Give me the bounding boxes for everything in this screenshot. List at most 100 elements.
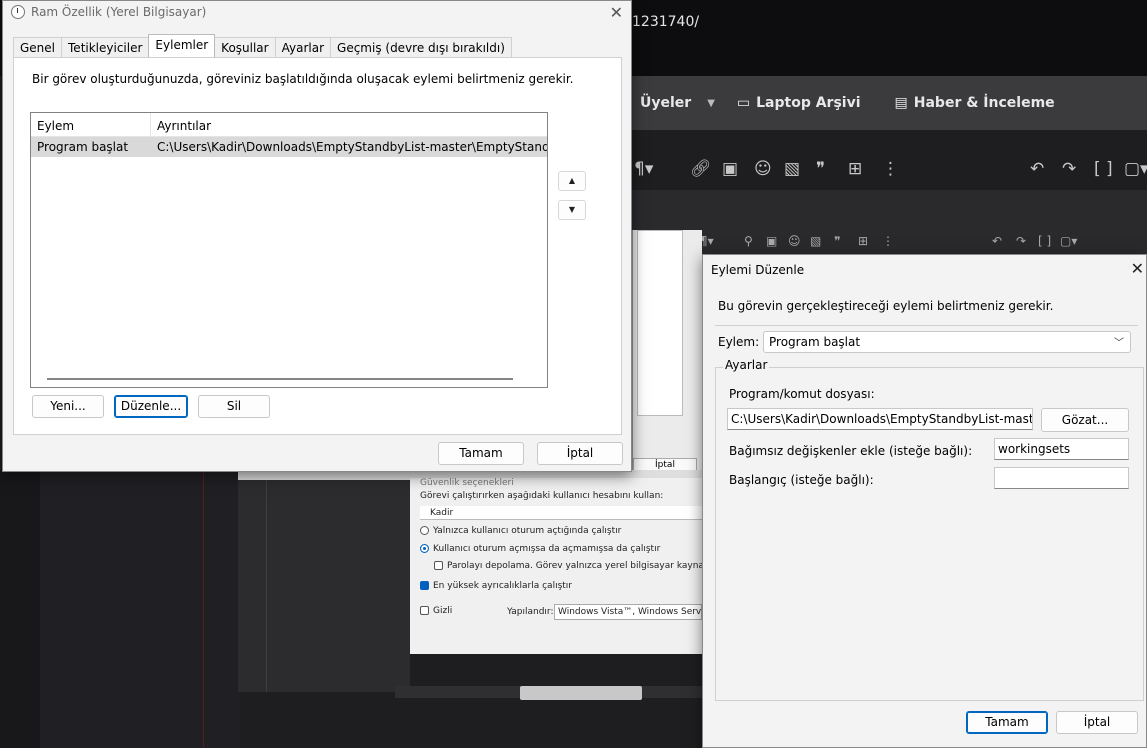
dialog-title: Eylemi Düzenle (711, 263, 805, 277)
triangle-down-icon: ▼ (568, 205, 576, 214)
nav-members[interactable]: Üyeler (640, 95, 691, 111)
chevron-down-icon[interactable]: ▼ (707, 98, 715, 109)
start-in-label: Başlangıç (isteğe bağlı): (729, 473, 874, 487)
column-header-details[interactable]: Ayrıntılar (151, 113, 211, 136)
page-panel (238, 470, 410, 692)
ok-button[interactable]: Tamam (438, 442, 524, 465)
column-header-action[interactable]: Eylem (31, 113, 151, 136)
redo-icon: ↷ (1016, 234, 1027, 248)
action-label: Eylem: (718, 335, 760, 349)
page-left-edge (0, 470, 40, 748)
text-format-icon: ¶▾ (700, 234, 714, 248)
newspaper-icon: ▤ (894, 95, 908, 111)
section-title: Güvenlik seçenekleri (420, 478, 514, 488)
image-icon: ▣ (766, 234, 778, 248)
actions-list[interactable]: Eylem Ayrıntılar Program başlat C:\Users… (30, 112, 548, 388)
settings-group-label: Ayarlar (723, 358, 770, 372)
new-button[interactable]: Yeni... (32, 395, 104, 418)
smiley-icon[interactable]: ☺ (754, 159, 772, 179)
program-label: Program/komut dosyası: (729, 387, 875, 401)
tab-actions[interactable]: Eylemler (148, 34, 216, 57)
smiley-icon: ☺ (788, 234, 801, 248)
link-icon[interactable]: 🔗︎ (690, 159, 712, 179)
browse-button[interactable]: Gözat... (1041, 408, 1129, 432)
horizontal-scrollbar[interactable] (47, 378, 513, 380)
cancel-button[interactable]: İptal (537, 442, 623, 465)
more-icon[interactable]: ⋮ (882, 159, 899, 179)
quote-icon[interactable]: ❞ (816, 159, 825, 179)
actions-tab-panel: Bir görev oluşturduğunuzda, göreviniz ba… (13, 57, 622, 435)
table-icon: ⊞ (858, 234, 869, 248)
radio-whether-logged-on[interactable]: Kullanıcı oturum açmışsa da açmamışsa da… (420, 544, 660, 554)
background-list (637, 230, 683, 416)
link-icon: ⚲ (744, 234, 753, 248)
separator (715, 325, 1138, 326)
divider (203, 470, 204, 748)
secondary-toolbar: ¶▾ ⚲ ▣ ☺ ▧ ❞ ⊞ ⋮ ↶ ↷ [ ] ▢▾ (700, 232, 1110, 252)
tab-general[interactable]: Genel (13, 37, 63, 57)
cancel-button[interactable]: İptal (1056, 711, 1138, 734)
arguments-input[interactable]: workingsets (994, 438, 1129, 460)
undo-icon: ↶ (992, 234, 1003, 248)
action-select[interactable]: Program başlat ﹀ (763, 331, 1131, 353)
dialog-description: Bu görevin gerçekleştireceği eylemi beli… (718, 299, 1054, 313)
checkbox-no-password[interactable]: Parolayı depolama. Görev yalnızca yerel … (434, 561, 735, 571)
more-icon: ⋮ (882, 234, 894, 248)
arguments-label: Bağımsız değişkenler ekle (isteğe bağlı)… (729, 444, 973, 458)
edit-button[interactable]: Düzenle... (114, 395, 188, 418)
run-as-label: Görevi çalıştırırken aşağıdaki kullanıcı… (420, 491, 664, 501)
redo-icon[interactable]: ↷ (1062, 159, 1076, 179)
radio-logged-on[interactable]: Yalnızca kullanıcı oturum açtığında çalı… (420, 526, 621, 536)
forum-navbar: Üyeler ▼ ▭ Laptop Arşivi ▤ Haber & İncelem… (632, 76, 1147, 130)
laptop-icon: ▭ (736, 95, 751, 111)
tab-history[interactable]: Geçmiş (devre dışı bırakıldı) (330, 37, 512, 57)
media-icon[interactable]: ▧ (784, 159, 800, 179)
delete-button[interactable]: Sil (198, 395, 270, 418)
quote-icon: ❞ (834, 234, 841, 248)
address-fragment: 1231740/ (632, 14, 700, 30)
user-account-field: Kadir (420, 506, 702, 520)
action-select-value: Program başlat (769, 335, 861, 349)
table-row[interactable]: Program başlat C:\Users\Kadir\Downloads\… (31, 137, 547, 157)
task-properties-window: Ram Özellik (Yerel Bilgisayar) ✕ Genel T… (2, 0, 632, 472)
checkbox-hidden[interactable]: Gizli (420, 606, 452, 616)
configure-select[interactable]: Windows Vista™, Windows Server™ 2008 (554, 604, 702, 620)
close-icon[interactable]: ✕ (1131, 259, 1144, 278)
brackets-icon: [ ] (1038, 234, 1052, 248)
save-icon: ▢▾ (1060, 234, 1078, 248)
nav-laptop-archive[interactable]: ▭ Laptop Arşivi (737, 95, 861, 111)
checkbox-highest-privileges[interactable]: En yüksek ayrıcalıklarla çalıştır (420, 581, 572, 591)
move-up-button[interactable]: ▲ (558, 171, 586, 191)
tab-settings[interactable]: Ayarlar (274, 37, 332, 57)
triangle-up-icon: ▲ (568, 176, 576, 185)
clock-icon (11, 5, 25, 19)
nav-news-review[interactable]: ▤ Haber & İnceleme (895, 95, 1055, 111)
row-action: Program başlat (37, 140, 129, 154)
scrollbar-thumb[interactable] (520, 686, 642, 700)
start-in-input[interactable] (994, 467, 1129, 489)
window-titlebar: Ram Özellik (Yerel Bilgisayar) (3, 1, 631, 23)
move-down-button[interactable]: ▼ (558, 200, 586, 220)
table-icon[interactable]: ⊞ (848, 159, 862, 179)
configure-label: Yapılandır: (507, 607, 554, 617)
text-format-icon[interactable]: ¶▾ (634, 159, 653, 179)
program-input[interactable]: C:\Users\Kadir\Downloads\EmptyStandbyLis… (727, 408, 1033, 430)
ok-button[interactable]: Tamam (966, 711, 1048, 734)
save-icon[interactable]: ▢▾ (1124, 159, 1147, 179)
tab-triggers[interactable]: Tetikleyiciler (61, 37, 150, 57)
row-details: C:\Users\Kadir\Downloads\EmptyStandbyLis… (157, 140, 547, 154)
undo-icon[interactable]: ↶ (1030, 159, 1044, 179)
brackets-icon[interactable]: [ ] (1094, 159, 1113, 179)
window-title: Ram Özellik (Yerel Bilgisayar) (31, 5, 207, 19)
list-header: Eylem Ayrıntılar (31, 113, 547, 137)
background-dialog-edge: İptal (632, 230, 702, 472)
close-icon[interactable]: ✕ (610, 3, 623, 22)
actions-description: Bir görev oluşturduğunuzda, göreviniz ba… (32, 72, 574, 86)
divider (266, 470, 267, 692)
media-icon: ▧ (810, 234, 822, 248)
chevron-down-icon: ﹀ (1114, 338, 1124, 349)
image-icon[interactable]: ▣ (722, 159, 738, 179)
edit-action-dialog: Eylemi Düzenle ✕ Bu görevin gerçekleştir… (702, 254, 1147, 748)
tab-conditions[interactable]: Koşullar (214, 37, 276, 57)
security-options-panel: Güvenlik seçenekleri Görevi çalıştırırke… (410, 478, 735, 654)
